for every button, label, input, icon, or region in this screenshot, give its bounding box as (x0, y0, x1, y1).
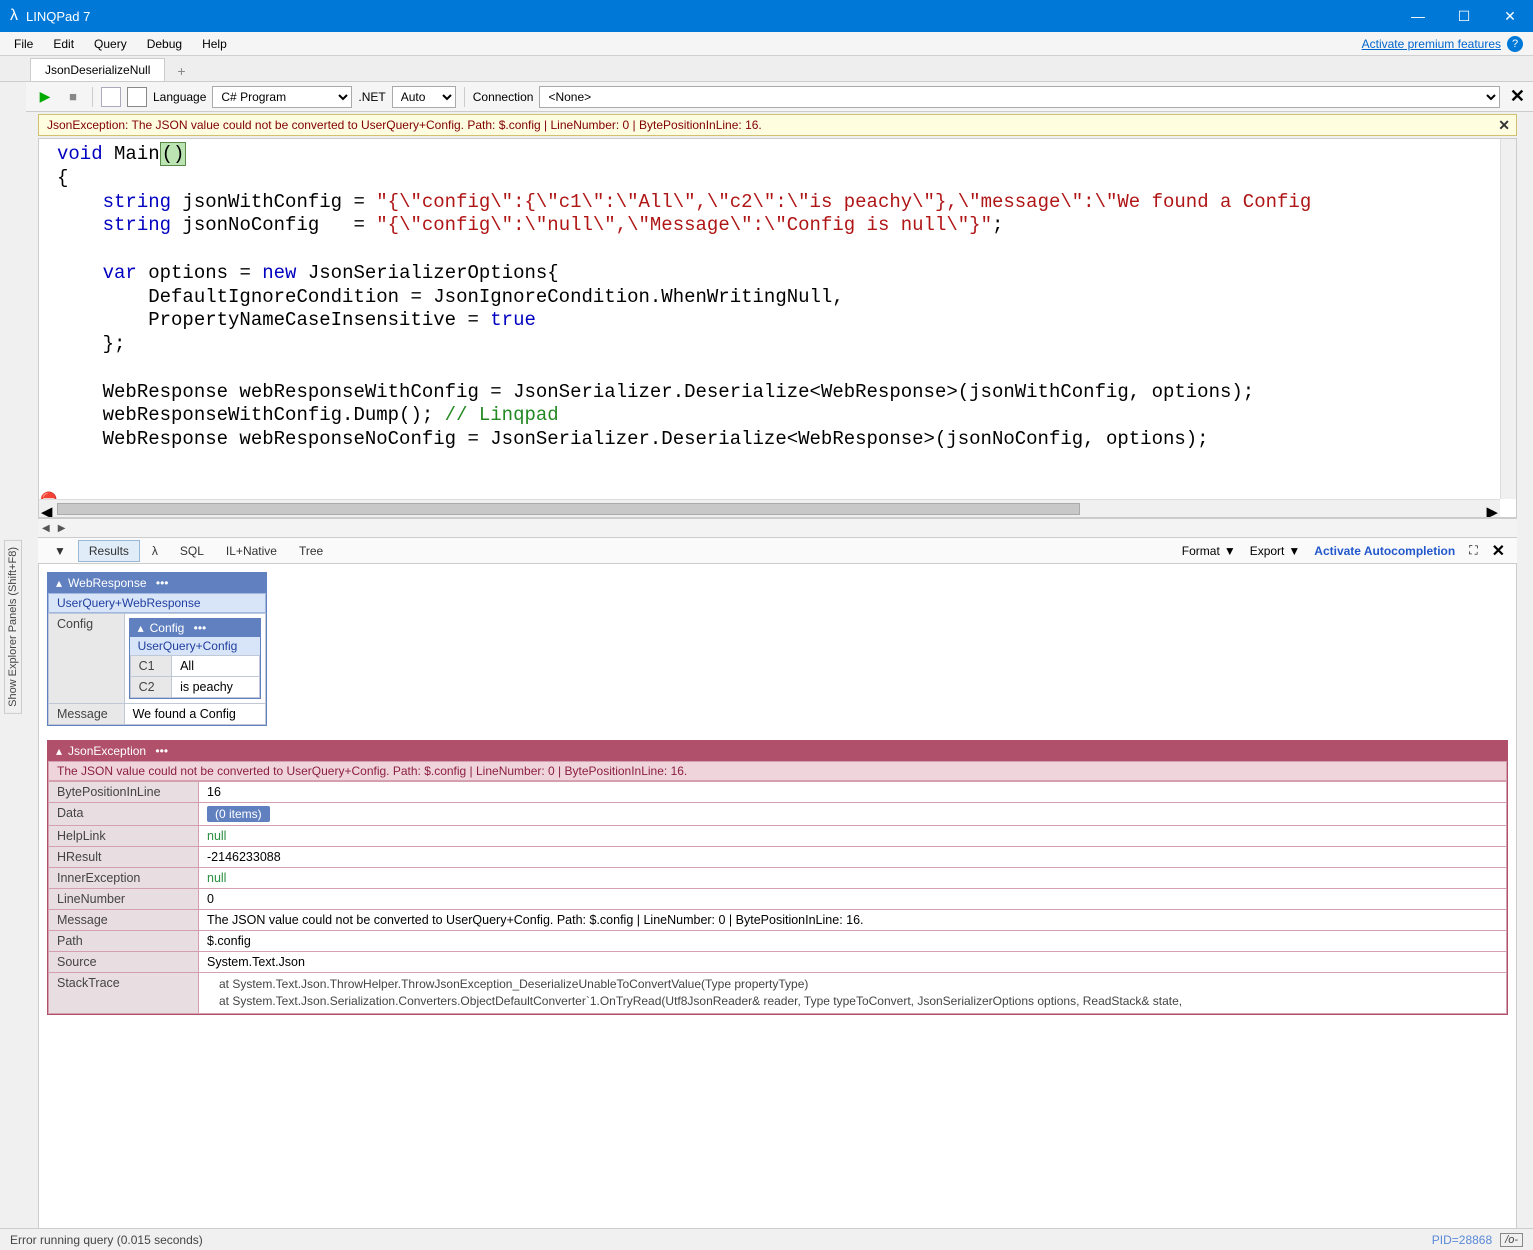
dump-header[interactable]: ▴ WebResponse ••• (48, 573, 266, 593)
maximize-button[interactable]: ☐ (1441, 0, 1487, 32)
tab-results[interactable]: Results (78, 540, 140, 562)
net-select[interactable]: Auto (392, 86, 456, 108)
language-select[interactable]: C# Program (212, 86, 352, 108)
document-tabstrip: JsonDeserializeNull + (0, 56, 1533, 82)
menu-query[interactable]: Query (84, 34, 137, 54)
result-tabstrip: ▼ Results λ SQL IL+Native Tree Format ▼ … (38, 538, 1517, 564)
menu-file[interactable]: File (4, 34, 43, 54)
tab-tree[interactable]: Tree (289, 541, 333, 561)
menubar: File Edit Query Debug Help Activate prem… (0, 32, 1533, 56)
fullscreen-icon[interactable]: ⛶ (1463, 543, 1483, 558)
view-datagrid-button[interactable] (127, 87, 147, 107)
connection-label: Connection (473, 90, 534, 104)
nested-header[interactable]: ▴ Config ••• (130, 619, 260, 637)
tab-lambda[interactable]: λ (142, 541, 168, 561)
result-collapse-icon[interactable]: ▼ (44, 541, 76, 561)
window-title: LINQPad 7 (26, 9, 1395, 24)
error-banner: JsonException: The JSON value could not … (38, 114, 1517, 136)
editor-scrollbar-v[interactable] (1500, 139, 1516, 499)
tab-document[interactable]: JsonDeserializeNull (30, 58, 165, 81)
minimize-button[interactable]: — (1395, 0, 1441, 32)
tab-ilnative[interactable]: IL+Native (216, 541, 287, 561)
close-results-icon[interactable]: ✕ (1486, 541, 1511, 561)
splitter[interactable]: ◀▶ (38, 518, 1517, 538)
connection-select[interactable]: <None> (539, 86, 1499, 108)
error-close-icon[interactable]: ✕ (1498, 117, 1510, 134)
language-label: Language (153, 90, 206, 104)
menu-edit[interactable]: Edit (43, 34, 84, 54)
export-dropdown[interactable]: Export ▼ (1244, 544, 1307, 558)
run-button[interactable]: ▶ (34, 86, 56, 108)
format-dropdown[interactable]: Format ▼ (1176, 544, 1242, 558)
status-mode: /o- (1500, 1233, 1523, 1247)
net-label: .NET (358, 90, 385, 104)
toolbar: ▶ ■ Language C# Program .NET Auto Connec… (26, 82, 1533, 112)
premium-link[interactable]: Activate premium features (1362, 37, 1501, 51)
tab-sql[interactable]: SQL (170, 541, 214, 561)
menu-debug[interactable]: Debug (137, 34, 192, 54)
activate-autocomplete-link[interactable]: Activate Autocompletion (1308, 544, 1461, 558)
prop-label: Config (49, 614, 125, 704)
menu-help[interactable]: Help (192, 34, 237, 54)
explorer-panel-tab[interactable]: Show Explorer Panels (Shift+F8) (4, 540, 22, 714)
titlebar: λ LINQPad 7 — ☐ ✕ (0, 0, 1533, 32)
dump-type: UserQuery+WebResponse (48, 593, 266, 613)
close-query-icon[interactable]: ✕ (1510, 86, 1525, 107)
statusbar: Error running query (0.015 seconds) PID=… (0, 1228, 1533, 1250)
help-icon[interactable]: ? (1507, 36, 1523, 52)
view-grid-button[interactable] (101, 87, 121, 107)
results-pane[interactable]: ▴ WebResponse ••• UserQuery+WebResponse … (38, 564, 1517, 1228)
editor-scrollbar-h[interactable]: ◀▶ (39, 499, 1500, 517)
status-text: Error running query (0.015 seconds) (10, 1233, 203, 1247)
status-pid: PID=28868 (1432, 1233, 1492, 1247)
code-editor[interactable]: void Main() { string jsonWithConfig = "{… (38, 138, 1517, 518)
stop-button[interactable]: ■ (62, 86, 84, 108)
error-text: JsonException: The JSON value could not … (47, 118, 762, 132)
exception-header[interactable]: ▴ JsonException ••• (48, 741, 1507, 761)
close-button[interactable]: ✕ (1487, 0, 1533, 32)
app-logo-icon: λ (10, 7, 18, 25)
exception-message: The JSON value could not be converted to… (48, 761, 1507, 781)
tab-new[interactable]: + (167, 61, 195, 81)
